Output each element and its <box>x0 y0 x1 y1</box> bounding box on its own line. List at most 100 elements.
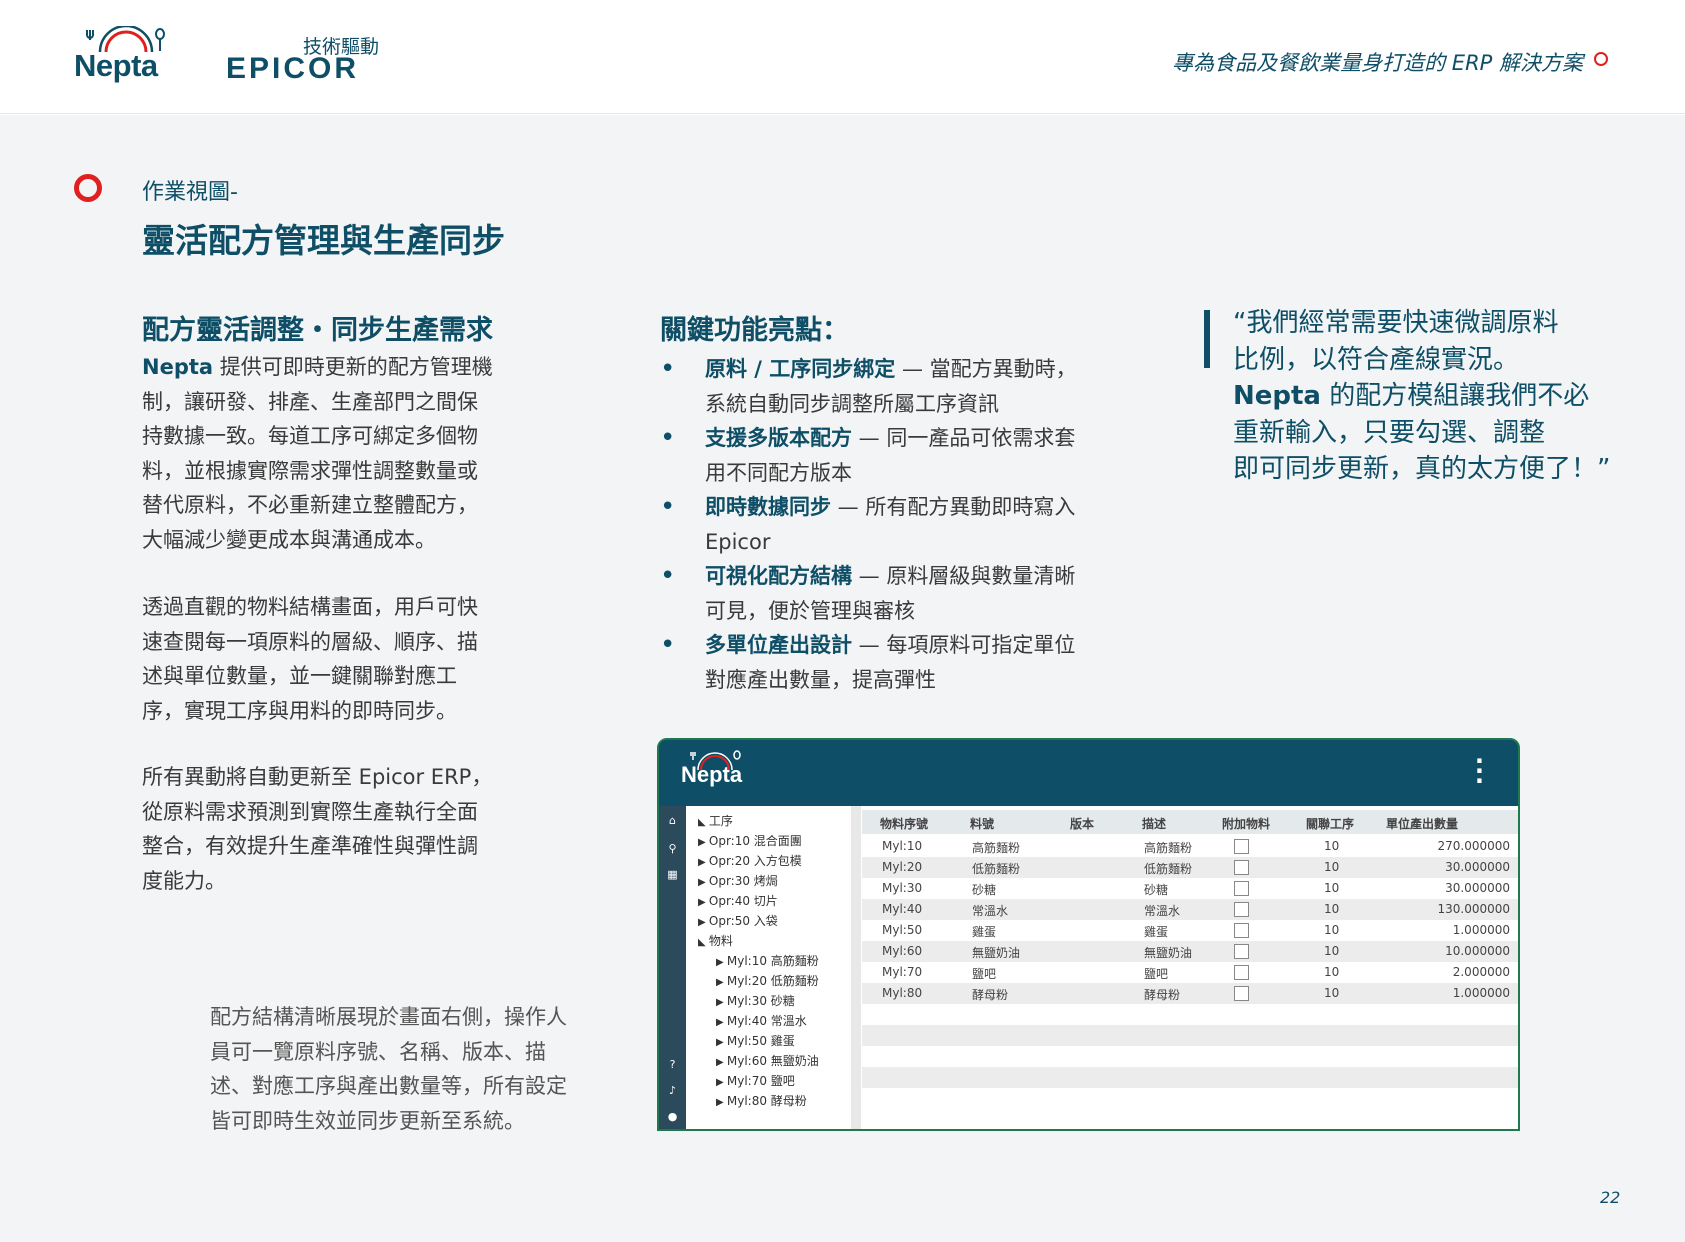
attach-material-checkbox[interactable] <box>1234 923 1249 938</box>
caret-right-icon[interactable]: ▶ <box>716 1077 727 1088</box>
caret-open-icon[interactable]: ◣ <box>698 817 709 828</box>
table-row[interactable]: Myl:10 高筋麵粉 高筋麵粉 10 270.000000 <box>862 836 1518 857</box>
grid-icon[interactable]: ▦ <box>659 868 686 881</box>
table-cell: 酵母粉 <box>1144 988 1181 1002</box>
table-cell: Myl:30 <box>882 881 923 895</box>
attach-material-checkbox[interactable] <box>1234 965 1249 980</box>
caret-right-icon[interactable]: ▶ <box>716 997 727 1008</box>
tree-item[interactable]: ▶ Myl:60 無鹽奶油 <box>716 1052 819 1069</box>
page-title: 靈活配方管理與生產同步 <box>142 221 505 260</box>
caret-right-icon[interactable]: ▶ <box>716 1037 727 1048</box>
tree-item[interactable]: ▶ Opr:30 烤焗 <box>698 872 778 889</box>
left-paragraph-1: Nepta 提供可即時更新的配方管理機 制，讓研發、排產、生產部門之間保 持數據… <box>142 355 493 552</box>
empty-row <box>862 1025 1518 1046</box>
table-cell: 常溫水 <box>972 904 1009 918</box>
table-cell: 10 <box>1324 944 1340 958</box>
column-header[interactable]: 附加物料 <box>1222 815 1270 832</box>
table-cell: Myl:50 <box>882 923 923 937</box>
left-paragraph-2: 透過直觀的物料結構畫面，用戶可快 速查閱每一項原料的層級、順序、描 述與單位數量… <box>142 595 478 723</box>
caret-right-icon[interactable]: ▶ <box>716 957 727 968</box>
column-header[interactable]: 物料序號 <box>880 815 928 832</box>
table-cell: Myl:80 <box>882 986 923 1000</box>
table-cell: 砂糖 <box>1144 883 1169 897</box>
tree-item[interactable]: ▶ Opr:40 切片 <box>698 892 778 909</box>
caret-right-icon[interactable]: ▶ <box>716 1017 727 1028</box>
caret-right-icon[interactable]: ▶ <box>716 1097 727 1108</box>
page-number: 22 <box>1600 1188 1621 1207</box>
table-cell: 無鹽奶油 <box>1144 946 1193 960</box>
tree-group[interactable]: ◣ 工序 <box>698 812 733 829</box>
help-icon[interactable]: ? <box>659 1058 686 1071</box>
ring-icon <box>74 174 102 202</box>
table-cell: 1.000000 <box>1452 986 1510 1000</box>
empty-row <box>862 1088 1518 1109</box>
tree-item[interactable]: ▶ Opr:10 混合面團 <box>698 832 802 849</box>
tree-item[interactable]: ▶ Myl:20 低筋麵粉 <box>716 972 819 989</box>
app-logo: Nepta <box>681 762 743 787</box>
caret-right-icon[interactable]: ▶ <box>716 977 727 988</box>
app-header: Nepta · · · <box>659 740 1518 806</box>
table-cell: 270.000000 <box>1437 839 1510 853</box>
column-header[interactable]: 關聯工序 <box>1306 815 1354 832</box>
attach-material-checkbox[interactable] <box>1234 839 1249 854</box>
table-row[interactable]: Myl:60 無鹽奶油 無鹽奶油 10 10.000000 <box>862 941 1518 962</box>
table-cell: 10 <box>1324 923 1340 937</box>
grid-header: 物料序號 料號 版本 描述 附加物料 關聯工序 單位產出數量 <box>862 810 1518 834</box>
table-cell: 常溫水 <box>1144 904 1181 918</box>
tree-group[interactable]: ◣ 物料 <box>698 932 733 949</box>
caret-right-icon[interactable]: ▶ <box>698 897 709 908</box>
tree-scrollbar[interactable] <box>851 806 861 1129</box>
user-icon[interactable]: ● <box>659 1110 686 1123</box>
table-row[interactable]: Myl:40 常溫水 常溫水 10 130.000000 <box>862 899 1518 920</box>
tree-item[interactable]: ▶ Myl:50 雞蛋 <box>716 1032 795 1049</box>
attach-material-checkbox[interactable] <box>1234 944 1249 959</box>
table-cell: 30.000000 <box>1445 881 1510 895</box>
table-cell: Myl:70 <box>882 965 923 979</box>
attach-material-checkbox[interactable] <box>1234 881 1249 896</box>
table-row[interactable]: Myl:80 酵母粉 酵母粉 10 1.000000 <box>862 983 1518 1004</box>
attach-material-checkbox[interactable] <box>1234 986 1249 1001</box>
caret-right-icon[interactable]: ▶ <box>698 857 709 868</box>
table-row[interactable]: Myl:70 鹽吧 鹽吧 10 2.000000 <box>862 962 1518 983</box>
table-cell: 10 <box>1324 902 1340 916</box>
column-header[interactable]: 描述 <box>1142 815 1166 832</box>
tree-item[interactable]: ▶ Myl:70 鹽吧 <box>716 1072 795 1089</box>
bell-icon[interactable]: ♪ <box>659 1084 686 1097</box>
table-cell: 砂糖 <box>972 883 997 897</box>
quote-bar <box>1204 310 1210 368</box>
table-row[interactable]: Myl:50 雞蛋 雞蛋 10 1.000000 <box>862 920 1518 941</box>
table-cell: 10.000000 <box>1445 944 1510 958</box>
caret-right-icon[interactable]: ▶ <box>716 1057 727 1068</box>
tree-item[interactable]: ▶ Myl:80 酵母粉 <box>716 1092 807 1109</box>
materials-grid: 物料序號 料號 版本 描述 附加物料 關聯工序 單位產出數量 Myl:10 高筋麵粉 高筋麵粉 1… <box>862 806 1518 1129</box>
table-cell: 高筋麵粉 <box>972 841 1021 855</box>
tree-item[interactable]: ▶ Myl:10 高筋麵粉 <box>716 952 819 969</box>
column-header[interactable]: 料號 <box>970 815 994 832</box>
table-row[interactable]: Myl:20 低筋麵粉 低筋麵粉 10 30.000000 <box>862 857 1518 878</box>
table-cell: 酵母粉 <box>972 988 1009 1002</box>
caret-right-icon[interactable]: ▶ <box>698 837 709 848</box>
feature-item: 多單位產出設計 — 每項原料可指定單位對應產出數量，提高彈性 <box>660 628 1110 697</box>
brand-name: Nepta <box>142 355 214 379</box>
caret-open-icon[interactable]: ◣ <box>698 937 709 948</box>
tree-item[interactable]: ▶ Myl:30 砂糖 <box>716 992 795 1009</box>
table-cell: 10 <box>1324 986 1340 1000</box>
page-subtitle: 作業視圖- <box>142 180 238 205</box>
table-cell: 10 <box>1324 860 1340 874</box>
column-header[interactable]: 版本 <box>1070 815 1094 832</box>
caret-right-icon[interactable]: ▶ <box>698 917 709 928</box>
search-icon[interactable]: ⚲ <box>659 842 686 855</box>
caret-right-icon[interactable]: ▶ <box>698 877 709 888</box>
kebab-menu-icon[interactable]: · · · <box>1475 749 1484 793</box>
table-row[interactable]: Myl:30 砂糖 砂糖 10 30.000000 <box>862 878 1518 899</box>
tree-item[interactable]: ▶ Myl:40 常溫水 <box>716 1012 807 1029</box>
tree-item[interactable]: ▶ Opr:20 入方包模 <box>698 852 802 869</box>
attach-material-checkbox[interactable] <box>1234 860 1249 875</box>
feature-item: 可視化配方結構 — 原料層級與數量清晰可見，便於管理與審核 <box>660 559 1110 628</box>
column-header[interactable]: 單位產出數量 <box>1386 815 1458 832</box>
table-cell: Myl:10 <box>882 839 923 853</box>
home-icon[interactable]: ⌂ <box>659 814 686 827</box>
nepta-wordmark: Nepta <box>74 48 158 83</box>
attach-material-checkbox[interactable] <box>1234 902 1249 917</box>
tree-item[interactable]: ▶ Opr:50 入袋 <box>698 912 778 929</box>
